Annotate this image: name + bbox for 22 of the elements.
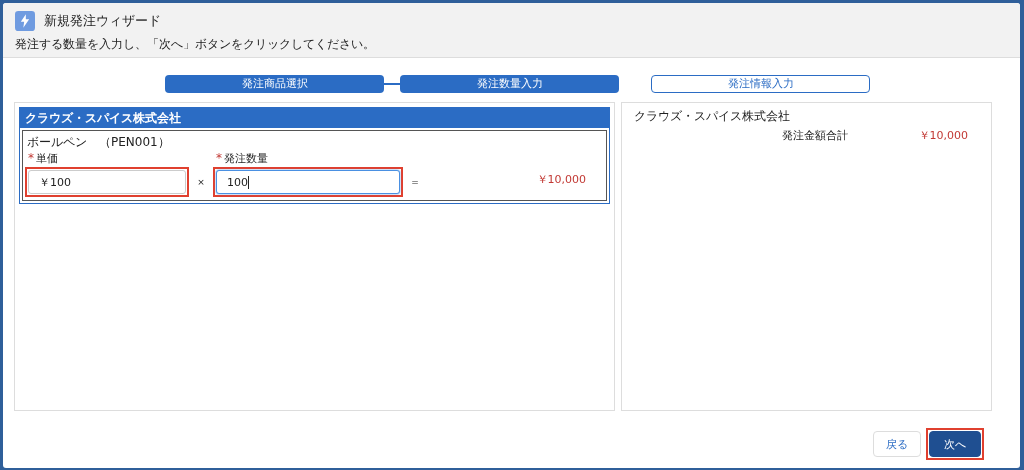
subtotal-amount: ￥10,000	[536, 172, 587, 188]
instruction-text: 発注する数量を入力し、「次へ」ボタンをクリックしてください。	[15, 36, 376, 53]
field-label: 発注数量	[224, 151, 268, 166]
required-mark: *	[216, 151, 222, 166]
supplier-header: クラウズ・スパイス株式会社	[19, 107, 610, 128]
wizard-step[interactable]: 発注情報入力	[651, 74, 870, 93]
wizard-step[interactable]: 発注数量入力	[400, 74, 619, 93]
wizard-step[interactable]: 発注商品選択	[165, 74, 384, 93]
quantity-field[interactable]: 100	[216, 170, 400, 194]
back-button[interactable]: 戻る	[873, 431, 921, 457]
unit-price-field[interactable]: ￥100	[28, 170, 186, 194]
lightning-icon	[15, 11, 35, 31]
product-name: ボールペン （PEN001）	[27, 135, 170, 149]
window-title: 新規発注ウィザード	[44, 12, 161, 30]
supplier-name: クラウズ・スパイス株式会社	[634, 108, 791, 125]
next-button[interactable]: 次へ	[929, 431, 981, 457]
field-label: 単価	[36, 151, 58, 166]
total-amount: ￥10,000	[918, 128, 968, 143]
required-mark: *	[28, 151, 34, 166]
times-sign: ×	[196, 177, 206, 189]
equals-sign: =	[410, 177, 420, 189]
total-label: 発注金額合計	[782, 128, 848, 143]
